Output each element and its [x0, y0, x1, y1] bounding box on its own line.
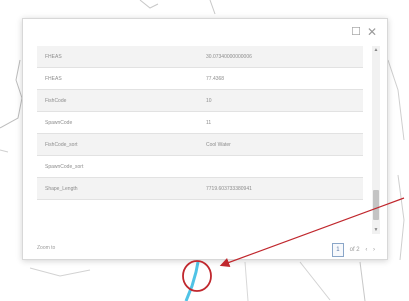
scroll-up-icon[interactable]: ▲: [372, 46, 380, 54]
attribute-key: FHEAS: [37, 46, 198, 68]
popup-header: ☐ ✕: [23, 19, 387, 45]
table-row: FishCode 10: [37, 89, 363, 112]
attribute-value: Cool Water: [198, 133, 363, 156]
zoom-to-link[interactable]: Zoom to: [37, 245, 55, 251]
attribute-key: FishCode: [37, 89, 198, 112]
scrollbar-thumb[interactable]: [373, 190, 379, 220]
attribute-key: SpawnCode_sort: [37, 155, 198, 178]
attribute-value: 10: [198, 89, 363, 112]
table-row: FHEAS 30.07340000000006: [37, 46, 363, 68]
close-icon[interactable]: ✕: [365, 25, 379, 39]
attribute-value: 11: [198, 111, 363, 134]
feature-pager: 1 of 2 ‹ ›: [331, 243, 377, 257]
table-row: SpawnCode_sort: [37, 155, 363, 178]
attribute-table: FHEAS 30.07340000000006 FHEAS 77.4368 Fi…: [37, 46, 363, 200]
table-row: Shape_Length 7719.603733380941: [37, 177, 363, 200]
page-count-label: of 2: [349, 247, 360, 253]
table-row: FHEAS 77.4368: [37, 67, 363, 90]
maximize-icon[interactable]: ☐: [349, 25, 363, 39]
chevron-left-icon[interactable]: ‹: [365, 247, 367, 253]
table-row: SpawnCode 11: [37, 111, 363, 134]
attribute-value: 77.4368: [198, 67, 363, 90]
attribute-value: [198, 155, 363, 178]
popup-footer: Zoom to 1 of 2 ‹ ›: [23, 239, 387, 261]
scroll-down-icon[interactable]: ▼: [372, 226, 380, 234]
current-page-number: 1: [331, 243, 344, 257]
attribute-key: FishCode_sort: [37, 133, 198, 156]
attribute-key: SpawnCode: [37, 111, 198, 134]
attribute-value: 7719.603733380941: [198, 177, 363, 200]
attribute-key: FHEAS: [37, 67, 198, 90]
attribute-table-container[interactable]: FHEAS 30.07340000000006 FHEAS 77.4368 Fi…: [37, 46, 372, 234]
vertical-scrollbar[interactable]: ▲ ▼: [372, 46, 380, 234]
attribute-key: Shape_Length: [37, 177, 198, 200]
attribute-value: 30.07340000000006: [198, 46, 363, 68]
chevron-right-icon[interactable]: ›: [373, 247, 375, 253]
feature-popup: ☐ ✕ FHEAS 30.07340000000006 FHEAS 77.436…: [22, 18, 388, 260]
table-row: FishCode_sort Cool Water: [37, 133, 363, 156]
